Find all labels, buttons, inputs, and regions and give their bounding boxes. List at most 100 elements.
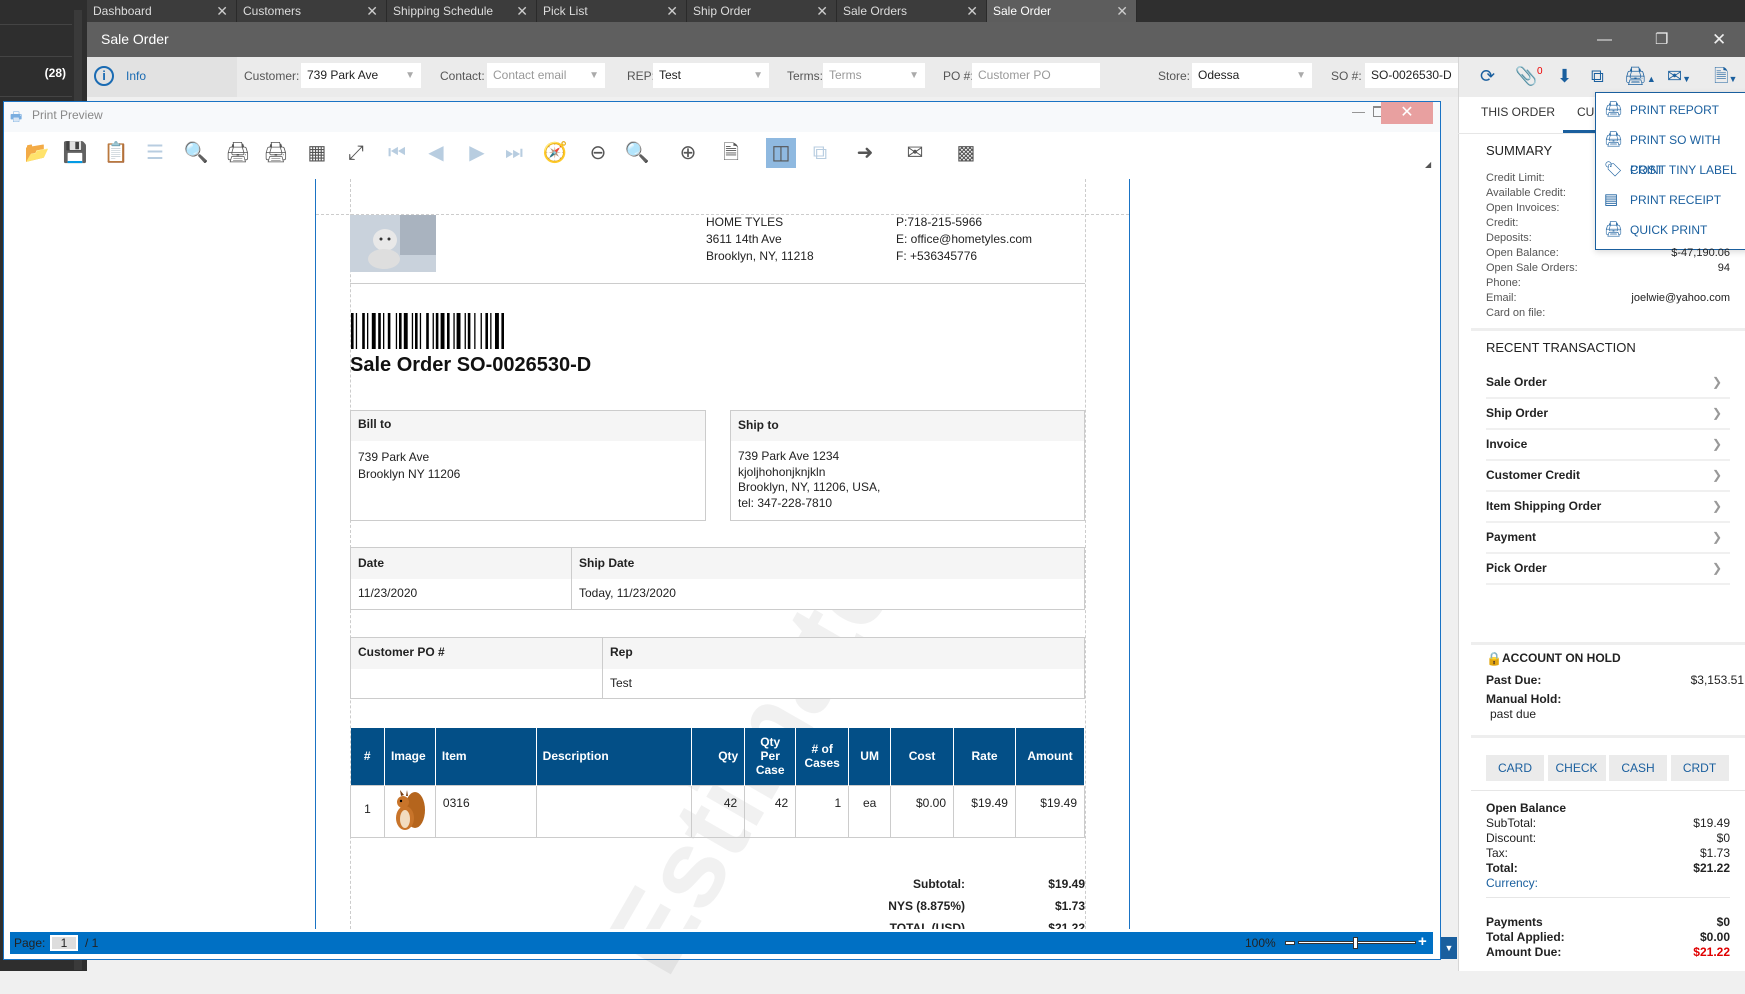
subtotal-value: $19.49: [1048, 877, 1085, 891]
recent-invoice[interactable]: Invoice ❯: [1486, 430, 1730, 461]
dropdown-button[interactable]: ▼: [1441, 937, 1457, 959]
tab-dashboard[interactable]: Dashboard ✕: [87, 0, 237, 22]
email-dropdown-icon[interactable]: ✉▼: [1667, 64, 1691, 91]
tab-customer[interactable]: CU: [1577, 105, 1594, 119]
last-page-icon[interactable]: ⏭: [499, 138, 529, 168]
bill-to-box: Bill to 739 Park Ave Brooklyn NY 11206: [350, 410, 706, 521]
previous-page-icon[interactable]: ◀: [421, 138, 451, 168]
customer-select[interactable]: 739 Park Ave ▼: [301, 63, 421, 88]
zoom-slider-thumb[interactable]: [1353, 937, 1358, 949]
zoom-in-button[interactable]: +: [1418, 931, 1427, 953]
search-icon[interactable]: 🔍: [181, 138, 211, 168]
navigation-icon[interactable]: 🧭: [540, 138, 570, 168]
contact-select[interactable]: Contact email ▼: [487, 63, 605, 88]
page-view-icon[interactable]: 🗎: [716, 138, 746, 168]
summary-row: Open Invoices:: [1486, 202, 1730, 217]
close-tab-icon[interactable]: ✕: [1116, 0, 1128, 22]
editing-fields-icon[interactable]: ☰: [140, 138, 170, 168]
close-tab-icon[interactable]: ✕: [666, 0, 678, 22]
scale-icon[interactable]: ⤢: [341, 138, 371, 168]
terms-select[interactable]: Terms ▼: [823, 63, 925, 88]
zoom-out-button[interactable]: [1285, 941, 1295, 945]
download-icon[interactable]: ⬇: [1557, 64, 1572, 88]
refresh-icon[interactable]: ⟳: [1480, 64, 1495, 88]
sidebar-count-badge[interactable]: (28): [0, 66, 66, 80]
tab-shipping-schedule[interactable]: Shipping Schedule ✕: [387, 0, 537, 22]
tab-label: Sale Orders: [843, 4, 908, 18]
menu-item-print-report[interactable]: 🖨 PRINT REPORT: [1596, 95, 1745, 125]
terms-label: Terms:: [787, 69, 823, 83]
tab-label: Pick List: [543, 4, 588, 18]
export-icon[interactable]: ➜: [850, 138, 880, 168]
close-tab-icon[interactable]: ✕: [816, 0, 828, 22]
multiple-pages-icon[interactable]: ⧉: [805, 138, 835, 168]
info-label[interactable]: Info: [126, 69, 146, 83]
pay-check-button[interactable]: CHECK: [1547, 755, 1606, 781]
close-button[interactable]: ✕: [1381, 102, 1433, 124]
continuous-view-icon[interactable]: ◫: [766, 138, 796, 168]
barcode-bar: [490, 313, 492, 349]
window-title: Sale Order: [101, 31, 169, 47]
tab-sale-order[interactable]: Sale Order ✕: [987, 0, 1137, 22]
so-number-field[interactable]: SO-0026530-D: [1365, 63, 1458, 88]
minimize-button[interactable]: —: [1597, 22, 1612, 57]
print-preview-statusbar: Page: 1 / 1 100% +: [10, 932, 1433, 954]
restore-button[interactable]: ❐: [1655, 22, 1668, 57]
document-dropdown-icon[interactable]: 🗎▼: [1714, 64, 1737, 91]
barcode-bar: [467, 313, 471, 349]
recent-item-shipping-order[interactable]: Item Shipping Order ❯: [1486, 492, 1730, 523]
rep-select[interactable]: Test ▼: [653, 63, 769, 88]
email-icon[interactable]: ✉: [900, 138, 930, 168]
pay-crdt-button[interactable]: CRDT: [1670, 755, 1729, 781]
close-tab-icon[interactable]: ✕: [216, 0, 228, 22]
first-page-icon[interactable]: ⏮: [382, 138, 412, 168]
close-tab-icon[interactable]: ✕: [966, 0, 978, 22]
print-icon[interactable]: 🖨: [223, 138, 253, 168]
barcode-bar: [419, 313, 422, 349]
tab-pick-list[interactable]: Pick List ✕: [537, 0, 687, 22]
recent-customer-credit[interactable]: Customer Credit ❯: [1486, 461, 1730, 492]
terms-placeholder: Terms: [829, 68, 862, 82]
save-icon[interactable]: 💾: [60, 138, 90, 168]
store-select[interactable]: Odessa ▼: [1192, 63, 1312, 88]
zoom-icon[interactable]: 🔍: [622, 138, 652, 168]
close-tab-icon[interactable]: ✕: [516, 0, 528, 22]
lock-icon: 🔒: [1486, 651, 1503, 666]
watermark-icon[interactable]: ▩: [951, 138, 981, 168]
print-dropdown-icon[interactable]: 🖨▲: [1624, 64, 1656, 91]
tab-sale-orders[interactable]: Sale Orders ✕: [837, 0, 987, 22]
tab-this-order[interactable]: THIS ORDER: [1481, 105, 1555, 119]
payment-row: Payments $0: [1486, 915, 1730, 929]
text-line: tel: 347-228-7810: [738, 495, 833, 510]
payment-value: $21.22: [1693, 945, 1730, 959]
page-number-input[interactable]: 1: [50, 935, 78, 951]
open-icon[interactable]: 📂: [22, 138, 52, 168]
parameters-icon[interactable]: 📋: [101, 138, 131, 168]
po-input[interactable]: Customer PO: [972, 63, 1100, 88]
zoom-in-icon[interactable]: ⊕: [673, 138, 703, 168]
currency-link[interactable]: Currency:: [1486, 876, 1730, 890]
zoom-out-icon[interactable]: ⊖: [583, 138, 613, 168]
recent-sale-order[interactable]: Sale Order ❯: [1486, 368, 1730, 399]
divider: [1471, 328, 1745, 331]
copy-icon[interactable]: ⧉: [1591, 64, 1604, 88]
quick-print-icon[interactable]: 🖨: [261, 138, 291, 168]
tab-ship-order[interactable]: Ship Order ✕: [687, 0, 837, 22]
barcode-bar: [387, 313, 391, 349]
minimize-button[interactable]: —: [1352, 104, 1365, 119]
close-button[interactable]: ✕: [1712, 22, 1726, 57]
attachment-icon[interactable]: 📎: [1515, 64, 1537, 88]
store-value: Odessa: [1198, 68, 1240, 82]
recent-pick-order[interactable]: Pick Order ❯: [1486, 554, 1730, 585]
next-page-icon[interactable]: ▶: [462, 138, 492, 168]
recent-payment[interactable]: Payment ❯: [1486, 523, 1730, 554]
pay-cash-button[interactable]: CASH: [1609, 755, 1667, 781]
recent-ship-order[interactable]: Ship Order ❯: [1486, 399, 1730, 430]
page-setup-icon[interactable]: ▦: [302, 138, 332, 168]
tab-customers[interactable]: Customers ✕: [237, 0, 387, 22]
menu-item-print-so-with-cost[interactable]: 🖨 PRINT SO WITH COST: [1596, 125, 1745, 177]
close-tab-icon[interactable]: ✕: [366, 0, 378, 22]
barcode-bar: [464, 313, 466, 349]
pay-card-button[interactable]: CARD: [1486, 755, 1544, 781]
info-icon[interactable]: i: [94, 66, 114, 86]
